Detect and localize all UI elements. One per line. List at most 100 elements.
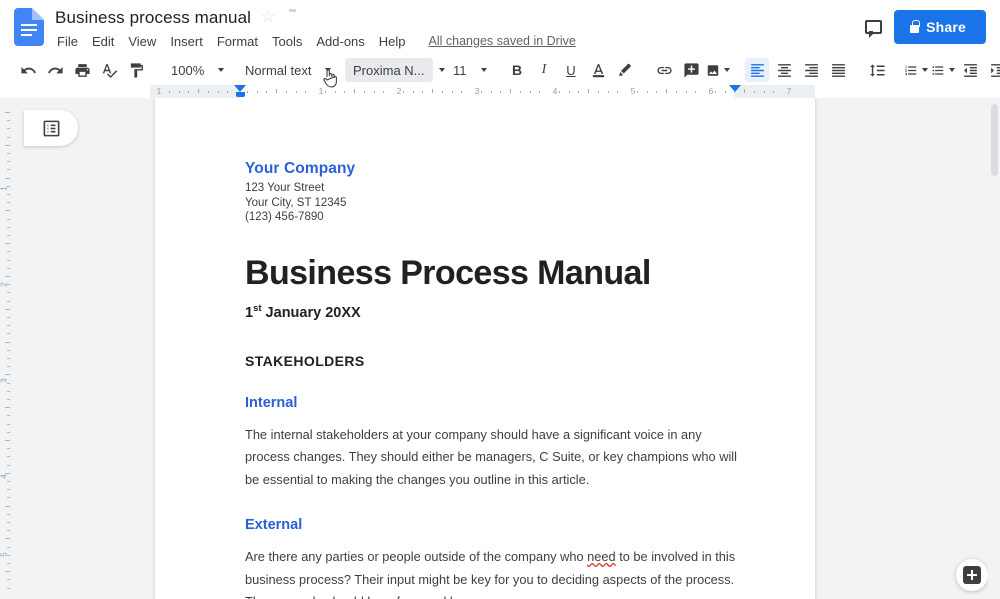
text-color-button[interactable] <box>586 58 610 82</box>
first-line-indent-marker[interactable] <box>235 92 245 97</box>
vruler-tick <box>5 407 10 409</box>
vruler-tick <box>7 153 10 154</box>
font-family-value: Proxima N... <box>353 62 425 78</box>
share-button[interactable]: Share <box>894 10 986 44</box>
menu-item-tools[interactable]: Tools <box>265 33 309 50</box>
numbered-list-icon[interactable] <box>904 58 928 82</box>
line-spacing-icon[interactable] <box>865 58 889 82</box>
link-icon[interactable] <box>652 58 676 82</box>
folder-icon[interactable] <box>289 9 307 27</box>
document-outline-button[interactable] <box>24 110 78 146</box>
vertical-scrollbar[interactable] <box>988 98 1000 599</box>
paragraph-external: Are there any parties or people outside … <box>245 546 741 599</box>
insert-image-icon[interactable] <box>706 58 730 82</box>
add-comment-icon[interactable] <box>679 58 703 82</box>
ruler-tick <box>295 91 297 93</box>
vruler-tick <box>7 456 10 458</box>
vruler-tick <box>7 259 10 261</box>
ruler-tick <box>217 91 219 93</box>
scrollbar-thumb[interactable] <box>991 104 998 176</box>
ruler-tick <box>539 91 541 93</box>
document-canvas: Your Company 123 Your Street Your City, … <box>14 98 1000 599</box>
ruler-tick <box>675 91 677 93</box>
print-icon[interactable] <box>70 58 94 82</box>
vruler-tick <box>5 440 10 441</box>
vruler-tick <box>7 497 10 499</box>
ruler-tick <box>432 89 433 93</box>
ruler-tick <box>402 91 404 93</box>
ruler-tick <box>168 91 170 93</box>
document-date: 1st January 20XX <box>245 303 741 321</box>
page-title[interactable]: Business process manual <box>55 8 251 28</box>
increase-indent-icon[interactable] <box>985 58 1000 82</box>
ruler-tick <box>461 91 463 93</box>
underline-button[interactable]: U <box>559 58 583 82</box>
font-family-selector[interactable]: Proxima N... <box>345 58 445 82</box>
date-ordinal-suffix: st <box>253 302 262 314</box>
document-outline-icon <box>43 120 59 136</box>
menu-item-help[interactable]: Help <box>372 33 413 50</box>
menu-item-format[interactable]: Format <box>210 33 265 50</box>
menu-item-insert[interactable]: Insert <box>163 33 210 50</box>
comment-icon <box>864 20 882 38</box>
horizontal-ruler[interactable]: 1 1 2 3 4 5 6 7 <box>0 85 1000 98</box>
vruler-tick <box>5 276 10 277</box>
paragraph-style-selector[interactable]: Normal text <box>237 58 333 82</box>
save-status[interactable]: All changes saved in Drive <box>429 34 576 48</box>
menu-item-add-ons[interactable]: Add-ons <box>309 33 371 50</box>
vertical-ruler[interactable]: 1 2 3 4 5 <box>0 98 14 599</box>
chevron-down-icon <box>480 68 487 72</box>
vruler-tick <box>5 538 10 540</box>
star-icon[interactable]: ☆ <box>261 9 279 27</box>
highlight-pen-icon[interactable] <box>613 58 637 82</box>
ruler-number: 4 <box>552 86 558 96</box>
ruler-tick <box>529 91 531 93</box>
bold-button[interactable]: B <box>505 58 529 82</box>
align-justify-icon[interactable] <box>826 58 850 82</box>
zoom-selector[interactable]: 100% <box>163 58 225 82</box>
ruler-tick <box>480 91 482 93</box>
align-center-icon[interactable] <box>772 58 796 82</box>
spellcheck-icon[interactable] <box>97 58 121 82</box>
ruler-tick <box>773 91 775 93</box>
vruler-tick <box>7 423 10 425</box>
align-right-icon[interactable] <box>799 58 823 82</box>
align-left-icon[interactable] <box>745 58 769 82</box>
vruler-tick <box>7 325 10 327</box>
misspelled-word[interactable]: need <box>587 549 615 564</box>
comment-history-button[interactable] <box>858 12 888 42</box>
vruler-tick <box>7 390 10 392</box>
vruler-tick <box>7 300 10 302</box>
vruler-tick <box>7 415 10 417</box>
ruler-tick <box>695 91 697 93</box>
italic-button[interactable]: I <box>532 58 556 82</box>
font-size-selector[interactable]: 11 <box>445 58 493 82</box>
title-bar: Business process manual ☆ File Edit View… <box>0 0 1000 55</box>
vruler-tick <box>5 243 10 245</box>
ruler-tick <box>412 91 414 93</box>
vruler-tick <box>7 333 10 335</box>
redo-icon[interactable] <box>43 58 67 82</box>
ruler-tick <box>607 91 609 93</box>
formatting-toolbar: 100% Normal text Proxima N... 11 B I U <box>0 55 1000 85</box>
document-page[interactable]: Your Company 123 Your Street Your City, … <box>155 98 815 599</box>
vruler-tick <box>7 587 10 589</box>
decrease-indent-icon[interactable] <box>958 58 982 82</box>
explore-add-button[interactable] <box>956 559 988 591</box>
menu-item-view[interactable]: View <box>121 33 163 50</box>
undo-icon[interactable] <box>16 58 40 82</box>
subheading-internal: Internal <box>245 394 298 411</box>
vruler-tick <box>7 120 10 122</box>
ruler-tick <box>734 91 736 93</box>
vruler-tick <box>5 472 10 474</box>
vruler-tick <box>7 194 10 195</box>
ruler-tick <box>714 91 716 93</box>
menu-item-file[interactable]: File <box>55 33 85 50</box>
menu-item-edit[interactable]: Edit <box>85 33 121 50</box>
paint-format-icon[interactable] <box>124 58 148 82</box>
bulleted-list-icon[interactable] <box>931 58 955 82</box>
left-indent-marker[interactable] <box>234 85 246 92</box>
vruler-tick <box>7 464 10 466</box>
address-line: 123 Your Street <box>245 182 325 194</box>
docs-logo-icon[interactable] <box>14 8 44 46</box>
